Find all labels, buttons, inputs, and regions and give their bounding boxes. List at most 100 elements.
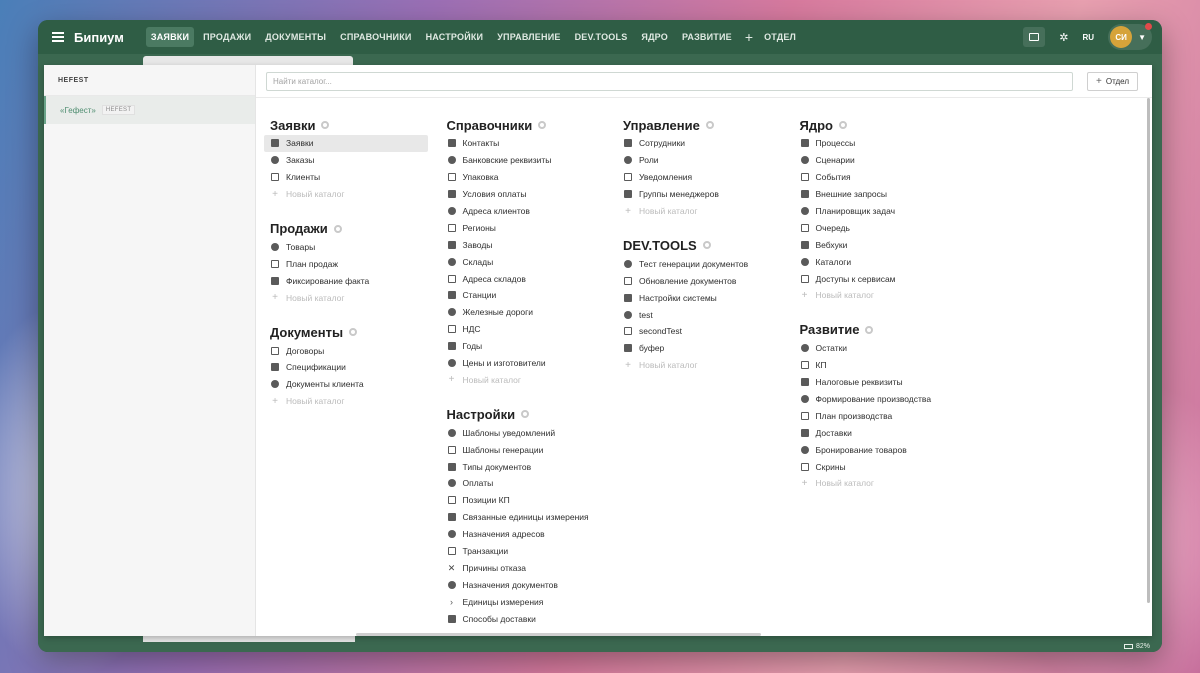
catalog-item[interactable]: Клиенты: [270, 169, 434, 186]
catalog-item[interactable]: Заявки: [264, 135, 428, 152]
catalog-item[interactable]: test: [623, 306, 787, 323]
catalog-item[interactable]: Обновление документов: [623, 272, 787, 289]
catalog-item[interactable]: Налоговые реквизиты: [800, 374, 964, 391]
catalog-item[interactable]: События: [800, 169, 964, 186]
new-catalog-button[interactable]: + Новый каталог: [800, 287, 977, 304]
catalog-item[interactable]: Каталоги: [800, 253, 964, 270]
catalog-item[interactable]: Типы документов: [447, 458, 611, 475]
catalog-item[interactable]: Регионы: [447, 219, 611, 236]
catalog-item[interactable]: Фиксирование факта: [270, 272, 434, 289]
search-input[interactable]: [266, 71, 1074, 91]
catalog-item[interactable]: secondTest: [623, 323, 787, 340]
catalog-item[interactable]: Тест генерации документов: [623, 255, 787, 272]
nav-tab-6[interactable]: DEV.TOOLS: [570, 27, 633, 47]
catalog-item[interactable]: Спецификации: [270, 359, 434, 376]
new-catalog-button[interactable]: + Новый каталог: [800, 475, 977, 492]
catalog-item[interactable]: Заказы: [270, 152, 434, 169]
nav-tab-5[interactable]: УПРАВЛЕНИЕ: [492, 27, 565, 47]
gear-icon[interactable]: [538, 121, 547, 129]
vertical-scrollbar[interactable]: [1147, 98, 1150, 603]
catalog-item[interactable]: Очередь: [800, 219, 964, 236]
catalog-item[interactable]: Сотрудники: [623, 135, 787, 152]
catalog-item[interactable]: Транзакции: [447, 543, 611, 560]
nav-tab-2[interactable]: ДОКУМЕНТЫ: [260, 27, 331, 47]
nav-tab-8[interactable]: РАЗВИТИЕ: [677, 27, 737, 47]
nav-add-department[interactable]: ОТДЕЛ: [759, 27, 801, 47]
catalog-item[interactable]: Шаблоны генерации: [447, 441, 611, 458]
new-catalog-button[interactable]: + Новый каталог: [623, 203, 800, 220]
catalog-item[interactable]: Назначения адресов: [447, 526, 611, 543]
brand-logo[interactable]: Бипиум: [74, 30, 124, 45]
catalog-item[interactable]: Доступы к сервисам: [800, 270, 964, 287]
gear-icon[interactable]: [349, 328, 358, 337]
nav-tab-4[interactable]: НАСТРОЙКИ: [421, 27, 489, 47]
gear-icon[interactable]: [838, 121, 847, 129]
nav-tab-3[interactable]: СПРАВОЧНИКИ: [335, 27, 416, 47]
new-catalog-button[interactable]: + Новый каталог: [270, 289, 447, 306]
catalog-item[interactable]: Связанные единицы измерения: [447, 509, 611, 526]
plus-icon[interactable]: +: [745, 29, 753, 45]
catalog-item[interactable]: Цены и изготовители: [447, 355, 611, 372]
catalog-item[interactable]: Документы клиента: [270, 376, 434, 393]
catalog-item[interactable]: Внешние запросы: [800, 186, 964, 203]
catalog-item[interactable]: Уведомления: [623, 169, 787, 186]
catalog-item[interactable]: Вебхуки: [800, 236, 964, 253]
nav-tab-7[interactable]: ЯДРО: [636, 27, 673, 47]
catalog-item[interactable]: Группы менеджеров: [623, 186, 787, 203]
catalog-item[interactable]: Процессы: [800, 135, 964, 152]
catalog-item[interactable]: Договоры: [270, 342, 434, 359]
catalog-item[interactable]: Заводы: [447, 236, 611, 253]
catalog-item[interactable]: Адреса складов: [447, 270, 611, 287]
catalog-item[interactable]: Адреса клиентов: [447, 203, 611, 220]
catalog-item[interactable]: Позиции КП: [447, 492, 611, 509]
catalog-item[interactable]: Контакты: [447, 135, 611, 152]
catalog-item[interactable]: Бронирование товаров: [800, 441, 964, 458]
add-department-button[interactable]: + Отдел: [1087, 71, 1138, 91]
sidebar-item-hefest[interactable]: «Гефест» HEFEST: [44, 96, 255, 124]
catalog-item[interactable]: Доставки: [800, 424, 964, 441]
gear-icon[interactable]: [702, 241, 711, 250]
gear-icon[interactable]: [705, 121, 714, 129]
menu-icon[interactable]: [52, 32, 64, 42]
catalog-item[interactable]: буфер: [623, 340, 787, 357]
catalog-item[interactable]: Склады: [447, 253, 611, 270]
language-switcher[interactable]: RU: [1083, 33, 1095, 42]
catalog-item[interactable]: Товары: [270, 239, 434, 256]
catalog-item[interactable]: План продаж: [270, 255, 434, 272]
catalog-item[interactable]: Назначения документов: [447, 576, 611, 593]
catalog-item[interactable]: Роли: [623, 152, 787, 169]
catalog-item[interactable]: План производства: [800, 407, 964, 424]
catalog-item[interactable]: Шаблоны уведомлений: [447, 424, 611, 441]
catalog-item[interactable]: Станции: [447, 287, 611, 304]
catalog-item[interactable]: КП: [800, 357, 964, 374]
catalog-item[interactable]: Планировщик задач: [800, 203, 964, 220]
new-catalog-button[interactable]: + Новый каталог: [270, 393, 447, 410]
nav-tab-1[interactable]: ПРОДАЖИ: [198, 27, 256, 47]
lightbulb-icon[interactable]: ✲: [1059, 31, 1068, 44]
catalog-item[interactable]: Оплаты: [447, 475, 611, 492]
gear-icon[interactable]: [333, 224, 342, 233]
catalog-item[interactable]: › Единицы измерения: [447, 593, 611, 610]
new-catalog-button[interactable]: + Новый каталог: [447, 371, 624, 388]
catalog-item[interactable]: Остатки: [800, 340, 964, 357]
gear-icon[interactable]: [521, 410, 530, 419]
catalog-item[interactable]: Настройки системы: [623, 289, 787, 306]
catalog-item[interactable]: Годы: [447, 338, 611, 355]
catalog-item[interactable]: Условия оплаты: [447, 186, 611, 203]
catalog-item[interactable]: НДС: [447, 321, 611, 338]
catalog-item[interactable]: Железные дороги: [447, 304, 611, 321]
catalog-item[interactable]: ✕ Причины отказа: [447, 559, 611, 576]
nav-tab-0[interactable]: ЗАЯВКИ: [145, 27, 195, 47]
horizontal-scrollbar[interactable]: [356, 633, 761, 636]
catalog-item[interactable]: Скрины: [800, 458, 964, 475]
catalog-item[interactable]: Упаковка: [447, 169, 611, 186]
catalog-item[interactable]: Банковские реквизиты: [447, 152, 611, 169]
chat-button[interactable]: [1023, 27, 1046, 47]
catalog-item[interactable]: Формирование производства: [800, 391, 964, 408]
gear-icon[interactable]: [865, 325, 874, 334]
catalog-item[interactable]: Сценарии: [800, 152, 964, 169]
new-catalog-button[interactable]: + Новый каталог: [270, 186, 447, 203]
new-catalog-button[interactable]: + Новый каталог: [623, 357, 800, 374]
gear-icon[interactable]: [321, 121, 330, 129]
catalog-item[interactable]: Способы доставки: [447, 610, 611, 627]
